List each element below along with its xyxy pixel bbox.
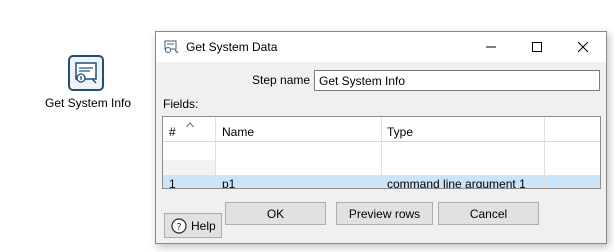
maximize-icon [532,42,542,52]
help-label: Help [191,218,216,233]
svg-text:?: ? [176,222,181,233]
step-name-label: Step name [252,73,311,87]
row-number: 1 [169,177,176,189]
column-divider [544,117,545,188]
title-bar[interactable]: Get System Data [156,32,606,62]
dialog-title: Get System Data [186,40,278,54]
step-name-input[interactable] [314,70,600,91]
help-icon: ? [171,217,187,234]
system-data-icon [164,40,180,54]
column-header-name[interactable]: Name [222,120,254,144]
system-info-step-icon[interactable] [68,55,104,91]
minimize-icon [486,46,496,48]
field-name-cell[interactable]: p1 [222,175,235,188]
column-header-type[interactable]: Type [387,120,413,144]
field-type-cell[interactable]: command line argument 1 [387,175,526,188]
close-button[interactable] [560,32,606,62]
step-label: Get System Info [45,96,132,110]
help-button[interactable]: ? Help [164,213,222,238]
minimize-button[interactable] [468,32,514,62]
column-header-number[interactable]: # [169,120,176,144]
maximize-button[interactable] [514,32,560,62]
column-divider [215,117,216,188]
column-divider [381,117,382,188]
ok-button[interactable]: OK [225,202,326,225]
get-system-data-dialog: Get System Data Step name Fields: # [155,31,607,244]
cancel-button[interactable]: Cancel [438,202,539,225]
fields-table[interactable]: # Name Type 1 p1 command line argument 1 [162,116,601,189]
close-icon [577,41,589,53]
sort-ascending-icon[interactable] [186,117,194,128]
preview-rows-button[interactable]: Preview rows [336,202,433,225]
fields-label: Fields: [163,97,199,111]
